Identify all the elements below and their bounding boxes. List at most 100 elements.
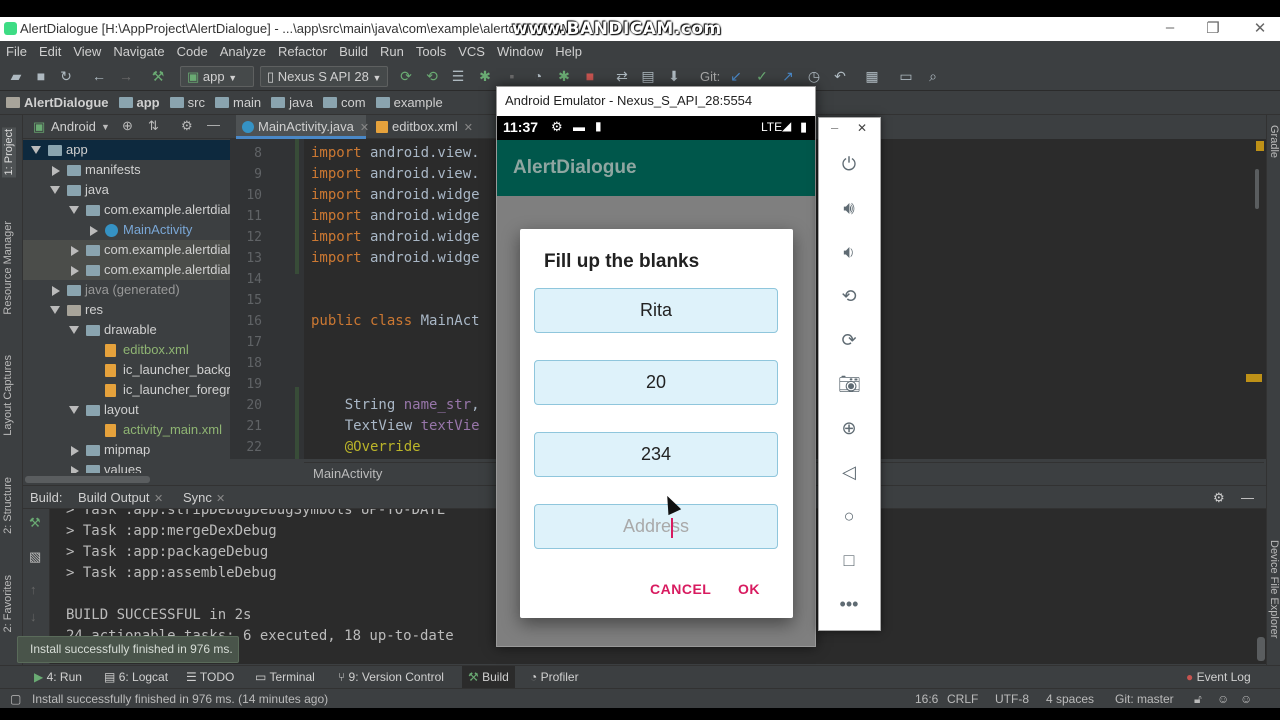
line-separator[interactable]: CRLF: [947, 692, 978, 706]
tree-item[interactable]: com.example.alertdialogue: [23, 240, 230, 260]
indent-setting[interactable]: 4 spaces: [1046, 692, 1094, 706]
build-hammer-icon[interactable]: ⚒: [29, 515, 41, 531]
more-icon[interactable]: •••: [838, 593, 860, 615]
tree-item[interactable]: mipmap: [23, 440, 230, 460]
expand-arrow-icon[interactable]: [31, 146, 41, 154]
tab-favorites[interactable]: 2: Favorites: [2, 575, 14, 632]
breadcrumb-item[interactable]: app: [137, 95, 160, 110]
tree-item[interactable]: res: [23, 300, 230, 320]
editor-scrollbar[interactable]: [1246, 139, 1267, 459]
expand-arrow-icon[interactable]: [69, 406, 79, 414]
breadcrumb-item[interactable]: AlertDialogue: [24, 95, 109, 110]
minimize-icon[interactable]: –: [831, 120, 838, 135]
stop-icon[interactable]: ■: [582, 68, 598, 84]
expand-arrow-icon[interactable]: [69, 326, 79, 334]
apply-changes-icon[interactable]: ⟳: [398, 68, 414, 84]
tree-item[interactable]: java: [23, 180, 230, 200]
down-icon[interactable]: ↓: [30, 609, 37, 624]
address-field[interactable]: Address: [534, 504, 778, 549]
tab-main-activity[interactable]: MainActivity.java ✕: [236, 115, 369, 139]
editor-breadcrumb-class[interactable]: MainActivity: [313, 466, 382, 481]
number-field[interactable]: 234: [534, 432, 778, 477]
close-icon[interactable]: ✕: [857, 121, 867, 135]
caret-position[interactable]: 16:6: [915, 692, 938, 706]
emulator-title-bar[interactable]: Android Emulator - Nexus_S_API_28:5554: [497, 87, 815, 116]
hide-icon[interactable]: —: [1241, 490, 1254, 505]
up-icon[interactable]: ↑: [30, 582, 37, 597]
expand-arrow-icon[interactable]: [50, 186, 60, 194]
git-rollback-icon[interactable]: ↶: [832, 68, 848, 84]
git-branch[interactable]: Git: master: [1115, 692, 1174, 706]
collapse-arrow-icon[interactable]: [71, 246, 79, 256]
apply-code-changes-icon[interactable]: ⟲: [424, 68, 440, 84]
menu-code[interactable]: Code: [177, 44, 208, 59]
status-message[interactable]: Install successfully finished in 976 ms.…: [32, 692, 328, 706]
close-icon[interactable]: ✕: [1250, 19, 1270, 37]
git-push-icon[interactable]: ↗: [780, 68, 796, 84]
debug-icon[interactable]: ✱: [477, 68, 493, 84]
tab-project[interactable]: 1: Project: [2, 127, 16, 178]
ok-button[interactable]: OK: [738, 581, 760, 597]
menu-window[interactable]: Window: [497, 44, 543, 59]
close-tab-icon[interactable]: ✕: [216, 492, 225, 505]
tree-item[interactable]: ic_launcher_foreground: [23, 380, 230, 400]
tree-item[interactable]: manifests: [23, 160, 230, 180]
project-structure-icon[interactable]: ▦: [864, 68, 880, 84]
gear-icon[interactable]: ⚙: [181, 118, 193, 134]
power-icon[interactable]: ⏻: [838, 153, 860, 175]
project-view-select[interactable]: Android: [51, 119, 96, 134]
tab-terminal[interactable]: ▭ Terminal: [255, 670, 315, 684]
gradle-sync-icon[interactable]: ⇄: [614, 68, 630, 84]
volume-up-icon[interactable]: 🔊︎: [838, 197, 860, 219]
toggle-view-icon[interactable]: ▧: [29, 549, 41, 565]
tree-item[interactable]: drawable: [23, 320, 230, 340]
file-encoding[interactable]: UTF-8: [995, 692, 1029, 706]
tree-item[interactable]: activity_main.xml: [23, 420, 230, 440]
menu-vcs[interactable]: VCS: [458, 44, 485, 59]
face-icon[interactable]: ☺: [1240, 692, 1252, 706]
gear-icon[interactable]: ⚙: [1213, 490, 1225, 506]
collapse-arrow-icon[interactable]: [52, 166, 60, 176]
overview-icon[interactable]: □: [838, 549, 860, 571]
git-history-icon[interactable]: ◷: [806, 68, 822, 84]
tab-version-control[interactable]: ⑂ 9: Version Control: [338, 670, 444, 684]
menu-help[interactable]: Help: [555, 44, 582, 59]
collapse-arrow-icon[interactable]: [52, 286, 60, 296]
tree-item[interactable]: com.example.alertdialogue: [23, 260, 230, 280]
save-icon[interactable]: ■: [33, 68, 49, 84]
menu-view[interactable]: View: [73, 44, 101, 59]
locate-icon[interactable]: ⊕: [122, 118, 133, 134]
tree-item[interactable]: java (generated): [23, 280, 230, 300]
tab-device-file-explorer[interactable]: Device File Explorer: [1268, 540, 1280, 638]
menu-edit[interactable]: Edit: [39, 44, 61, 59]
tab-event-log[interactable]: ● Event Log: [1186, 670, 1251, 684]
home-icon[interactable]: ○: [838, 505, 860, 527]
tab-profiler[interactable]: ◔ Profiler: [530, 670, 579, 684]
layout-inspector-icon[interactable]: ▭: [898, 68, 914, 84]
volume-down-icon[interactable]: 🔉︎: [838, 241, 860, 263]
tab-build-output[interactable]: Build Output: [78, 490, 150, 505]
collapse-icon[interactable]: ⇅: [148, 118, 159, 134]
tree-item[interactable]: com.example.alertdialogue: [23, 200, 230, 220]
breadcrumb-item[interactable]: main: [233, 95, 261, 110]
build-scrollbar[interactable]: [1256, 509, 1266, 664]
collapse-arrow-icon[interactable]: [71, 266, 79, 276]
hide-icon[interactable]: —: [207, 117, 220, 132]
menu-run[interactable]: Run: [380, 44, 404, 59]
tree-item[interactable]: MainActivity: [23, 220, 230, 240]
menu-analyze[interactable]: Analyze: [220, 44, 266, 59]
tab-sync[interactable]: Sync: [183, 490, 212, 505]
rotate-right-icon[interactable]: ⟳: [838, 329, 860, 351]
tab-resource-manager[interactable]: Resource Manager: [2, 221, 14, 315]
age-field[interactable]: 20: [534, 360, 778, 405]
tree-item[interactable]: app: [23, 140, 230, 160]
restore-icon[interactable]: ❐: [1203, 19, 1223, 37]
tree-item[interactable]: editbox.xml: [23, 340, 230, 360]
breadcrumb-item[interactable]: java: [289, 95, 313, 110]
zoom-icon[interactable]: ⊕: [838, 417, 860, 439]
breadcrumb-item[interactable]: example: [394, 95, 443, 110]
git-commit-icon[interactable]: ✓: [754, 68, 770, 84]
tree-item[interactable]: ic_launcher_background: [23, 360, 230, 380]
menu-navigate[interactable]: Navigate: [113, 44, 164, 59]
minimize-icon[interactable]: –: [1160, 19, 1180, 37]
